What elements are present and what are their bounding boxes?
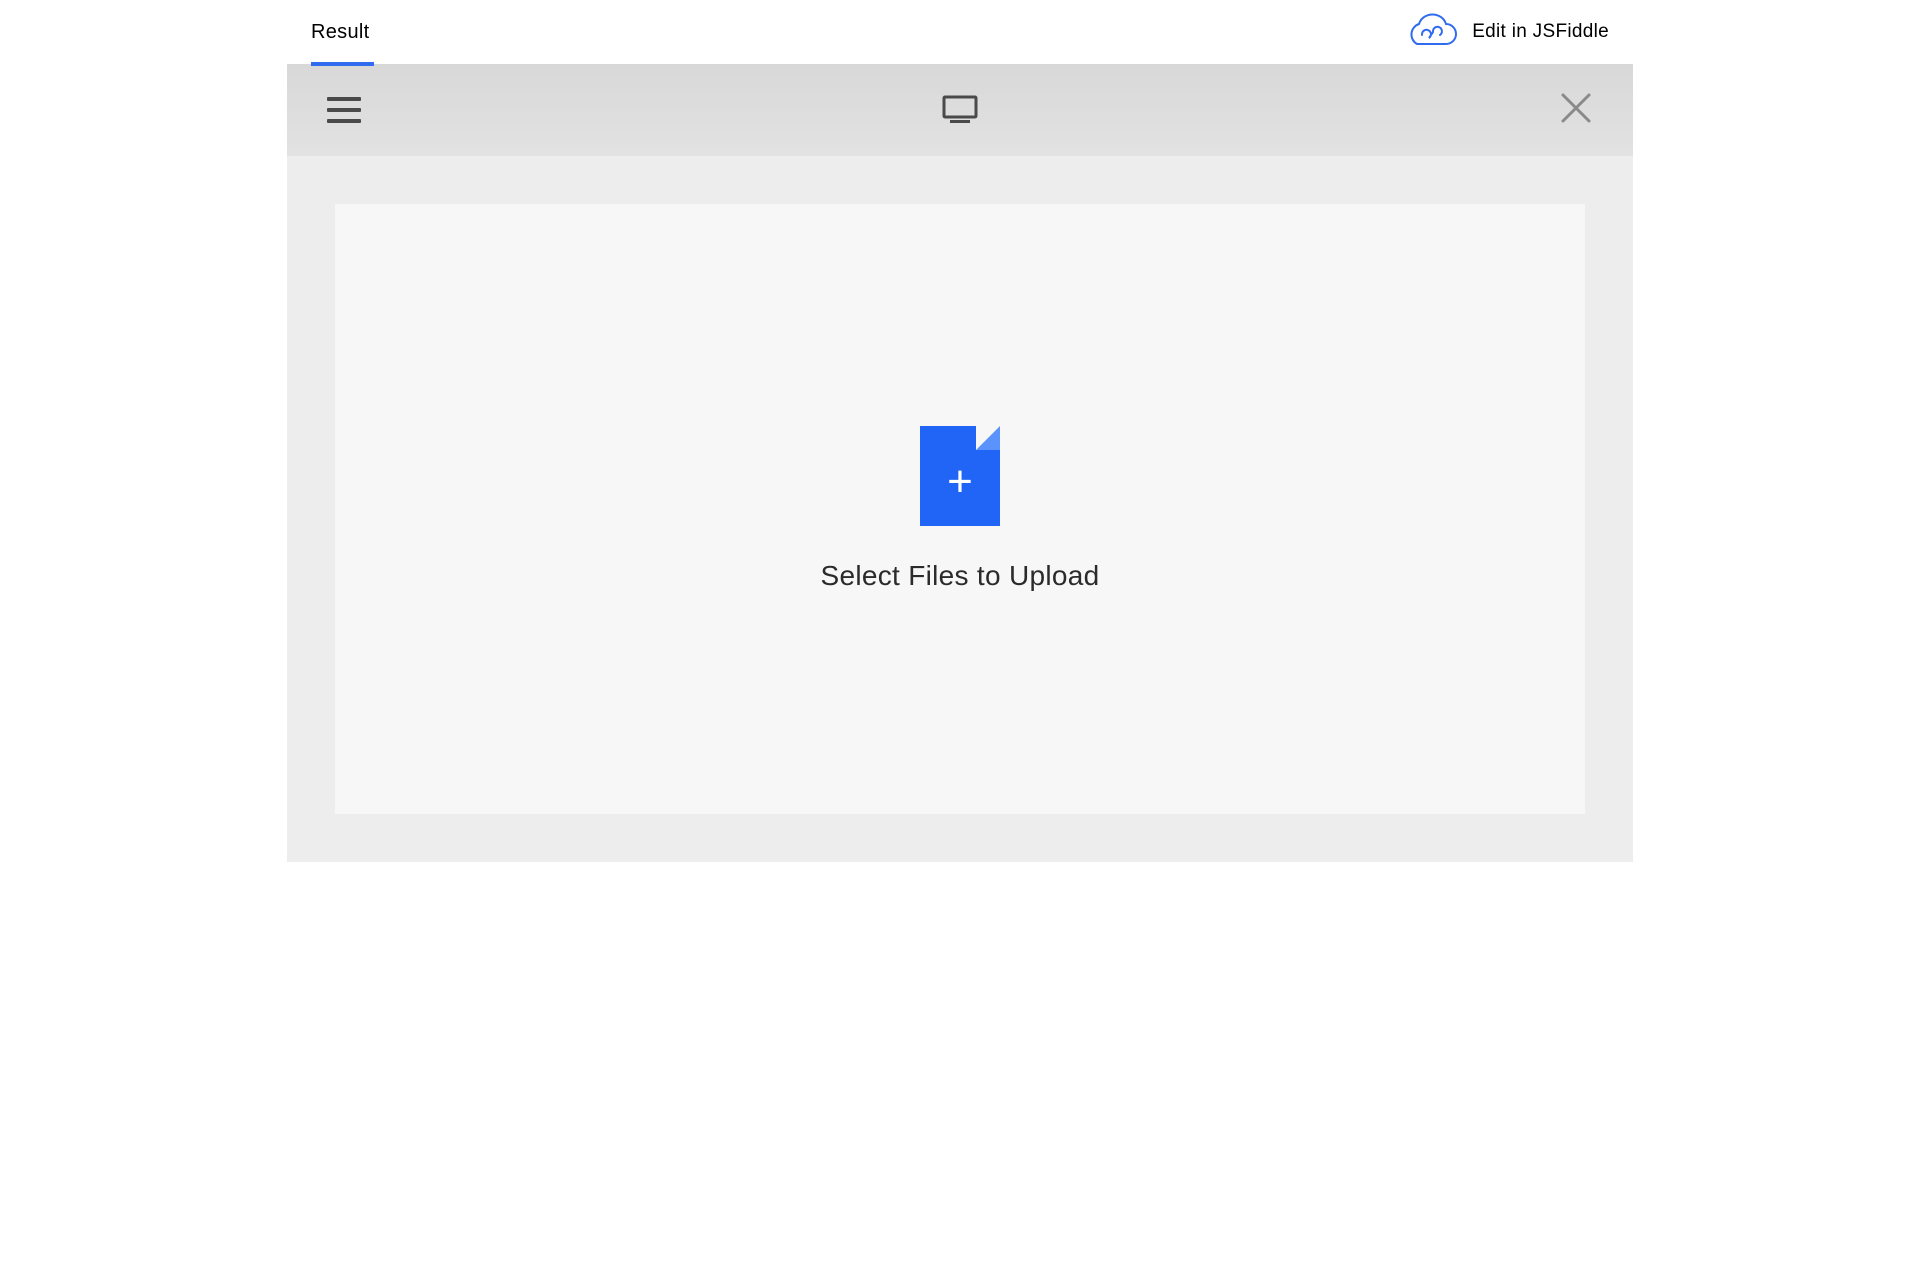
hamburger-menu-icon[interactable] — [327, 97, 361, 123]
jsfiddle-embed: Result Edit in JSFiddle — [287, 0, 1633, 862]
app-body: + Select Files to Upload — [287, 156, 1633, 862]
file-add-icon: + — [920, 426, 1000, 526]
device-monitor-icon[interactable] — [942, 95, 978, 125]
tab-result[interactable]: Result — [311, 2, 374, 66]
edit-in-jsfiddle-link[interactable]: Edit in JSFiddle — [1472, 21, 1609, 43]
top-bar: Result Edit in JSFiddle — [287, 0, 1633, 64]
upload-prompt-text: Select Files to Upload — [821, 560, 1100, 592]
close-icon[interactable] — [1559, 91, 1593, 130]
app-toolbar — [287, 64, 1633, 156]
upload-drop-zone[interactable]: + Select Files to Upload — [335, 204, 1585, 814]
top-right-links: Edit in JSFiddle — [1402, 12, 1609, 52]
jsfiddle-cloud-icon[interactable] — [1402, 12, 1458, 52]
tab-row: Result — [311, 0, 374, 64]
